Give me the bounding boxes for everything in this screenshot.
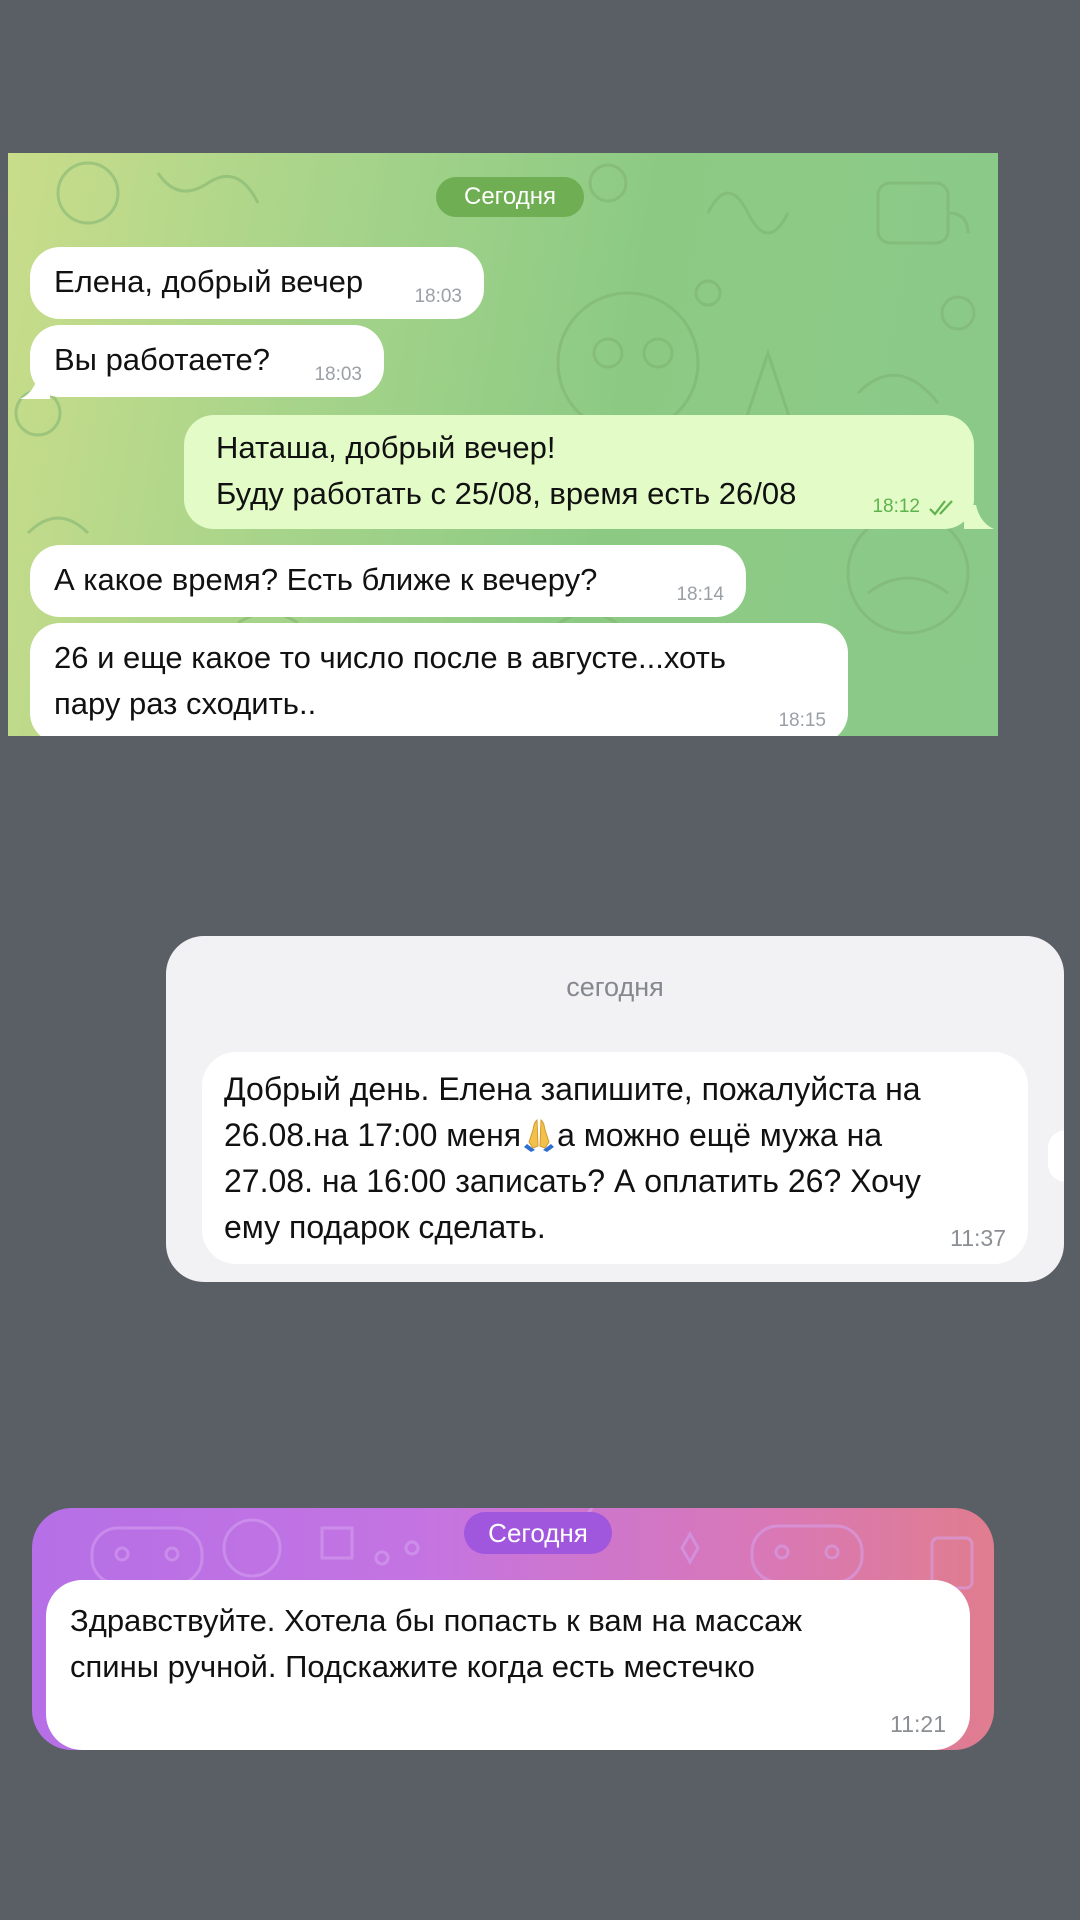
message-text: Елена, добрый вечер — [54, 264, 364, 299]
date-separator: Сегодня — [464, 1512, 612, 1554]
message-text: 26 и еще какое то число после в августе.… — [54, 640, 726, 721]
incoming-message[interactable]: Здравствуйте. Хотела бы попасть к вам на… — [46, 1580, 970, 1750]
chat-screenshot-purple: Сегодня Здравствуйте. Хотела бы попасть … — [32, 1508, 994, 1750]
incoming-message[interactable]: А какое время? Есть ближе к вечеру? 18:1… — [30, 545, 746, 617]
message-time: 18:03 — [314, 364, 362, 385]
read-checkmarks-icon — [929, 500, 953, 516]
message-text: Здравствуйте. Хотела бы попасть к вам на… — [70, 1603, 803, 1684]
folded-hands-icon — [524, 1119, 555, 1152]
side-handle[interactable] — [1048, 1130, 1064, 1182]
bubble-tail — [964, 505, 994, 529]
date-separator: Сегодня — [436, 177, 584, 217]
date-separator: сегодня — [566, 972, 664, 1002]
message-time: 18:14 — [676, 584, 724, 605]
bubble-tail — [20, 375, 50, 399]
incoming-message[interactable]: Елена, добрый вечер 18:03 — [30, 247, 484, 319]
telegram-chat-screenshot: Сегодня Елена, добрый вечер 18:03 Вы раб… — [8, 153, 998, 736]
message-time: 11:21 — [890, 1711, 946, 1737]
incoming-message[interactable]: 26 и еще какое то число после в августе.… — [30, 623, 848, 736]
message-time: 18:03 — [414, 286, 462, 307]
message-text: А какое время? Есть ближе к вечеру? — [54, 562, 598, 597]
message-text: Наташа, добрый вечер! Буду работать с 25… — [216, 430, 797, 511]
outgoing-message[interactable]: Наташа, добрый вечер! Буду работать с 25… — [184, 415, 974, 529]
incoming-message[interactable]: Добрый день. Елена запишите, пожалуйста … — [202, 1052, 1028, 1264]
messenger-chat-screenshot: сегодня Добрый день. Елена запишите, пож… — [166, 936, 1064, 1282]
message-time: 18:15 — [778, 710, 826, 731]
message-time: 18:12 — [872, 496, 920, 517]
message-time: 11:37 — [950, 1225, 1006, 1251]
message-text: Добрый день. Елена запишите, пожалуйста … — [224, 1071, 921, 1245]
incoming-message[interactable]: Вы работаете? 18:03 — [30, 325, 384, 397]
